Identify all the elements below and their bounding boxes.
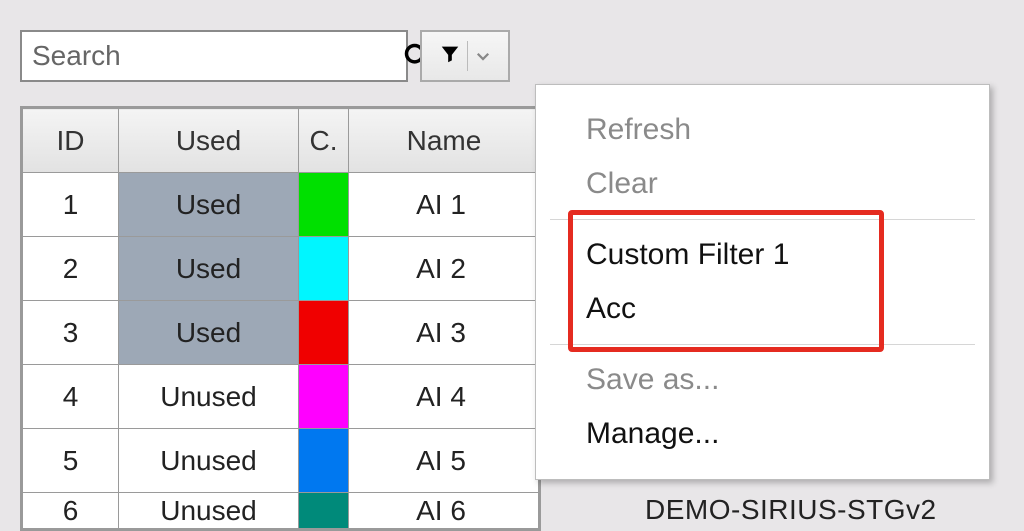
cell-name[interactable]: AI 5	[349, 429, 539, 493]
cell-id: 1	[23, 173, 119, 237]
cell-used[interactable]: Used	[119, 301, 299, 365]
filter-menu: Refresh Clear Custom Filter 1 Acc Save a…	[535, 84, 990, 480]
cell-used[interactable]: Unused	[119, 493, 299, 529]
col-header-id[interactable]: ID	[23, 109, 119, 173]
cell-color-swatch[interactable]	[299, 429, 349, 493]
table-row[interactable]: 3Used AI 3	[23, 301, 539, 365]
menu-custom-filter-acc[interactable]: Acc	[536, 282, 989, 336]
menu-clear[interactable]: Clear	[536, 157, 989, 211]
toolbar	[20, 30, 510, 82]
cell-color-swatch[interactable]	[299, 365, 349, 429]
menu-refresh[interactable]: Refresh	[536, 103, 989, 157]
search-input[interactable]	[22, 40, 403, 72]
table-row[interactable]: 2Used AI 2	[23, 237, 539, 301]
menu-save-as[interactable]: Save as...	[536, 353, 989, 407]
menu-manage[interactable]: Manage...	[536, 407, 989, 461]
table-header-row: ID Used C. Name	[23, 109, 539, 173]
col-header-used[interactable]: Used	[119, 109, 299, 173]
filter-dropdown-button[interactable]	[420, 30, 510, 82]
cell-name[interactable]: AI 6	[349, 493, 539, 529]
cell-color-swatch[interactable]	[299, 237, 349, 301]
cell-name[interactable]: AI 3	[349, 301, 539, 365]
table-row[interactable]: 1Used AI 1	[23, 173, 539, 237]
menu-custom-filter-1[interactable]: Custom Filter 1	[536, 228, 989, 282]
search-box[interactable]	[20, 30, 408, 82]
cell-id: 3	[23, 301, 119, 365]
cell-color-swatch[interactable]	[299, 493, 349, 529]
table-row[interactable]: 6Unused AI 6	[23, 493, 539, 529]
chevron-down-icon	[474, 41, 492, 72]
cell-color-swatch[interactable]	[299, 301, 349, 365]
cell-name[interactable]: AI 4	[349, 365, 539, 429]
cell-id: 4	[23, 365, 119, 429]
cell-name[interactable]: AI 1	[349, 173, 539, 237]
separator	[467, 41, 468, 71]
cell-used[interactable]: Unused	[119, 429, 299, 493]
funnel-icon	[439, 41, 461, 72]
menu-separator	[550, 344, 975, 345]
channel-table: ID Used C. Name 1UsedAI 12UsedAI 23UsedA…	[20, 106, 541, 531]
cell-color-swatch[interactable]	[299, 173, 349, 237]
table-row[interactable]: 5Unused AI 5	[23, 429, 539, 493]
table-row[interactable]: 4Unused AI 4	[23, 365, 539, 429]
cell-used[interactable]: Unused	[119, 365, 299, 429]
col-header-color[interactable]: C.	[299, 109, 349, 173]
cell-name[interactable]: AI 2	[349, 237, 539, 301]
cell-used[interactable]: Used	[119, 173, 299, 237]
col-header-name[interactable]: Name	[349, 109, 539, 173]
device-name-fragment: DEMO-SIRIUS-STGv2	[645, 494, 937, 526]
cell-used[interactable]: Used	[119, 237, 299, 301]
cell-id: 6	[23, 493, 119, 529]
cell-id: 5	[23, 429, 119, 493]
menu-separator	[550, 219, 975, 220]
cell-id: 2	[23, 237, 119, 301]
